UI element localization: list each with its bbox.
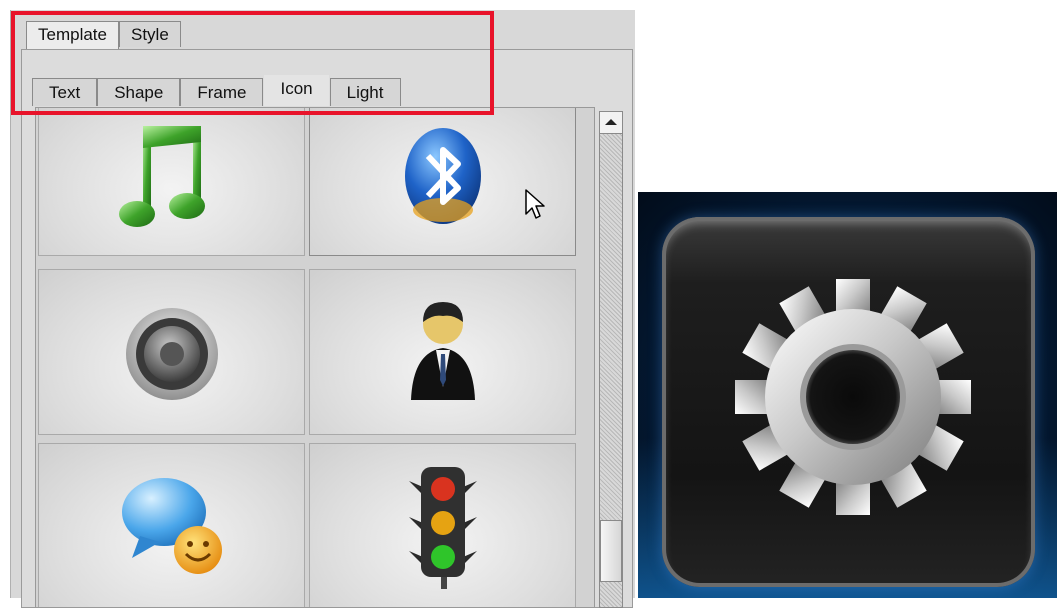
icon-library-panel: Template Style Text Shape Frame Icon Lig…	[10, 10, 635, 608]
chat-icon	[121, 478, 222, 574]
tab-icon[interactable]: Icon	[263, 74, 330, 106]
speaker-icon	[125, 308, 218, 400]
settings-icon-preview	[638, 192, 1057, 598]
gear-icon	[735, 279, 971, 515]
icon-cell-traffic-light[interactable]	[309, 443, 576, 607]
inner-tab-bar: Text Shape Frame Icon Light	[32, 74, 401, 106]
tab-frame[interactable]: Frame	[180, 78, 264, 106]
tab-template[interactable]: Template	[26, 21, 119, 49]
gear-hole	[800, 344, 906, 450]
tab-text[interactable]: Text	[32, 78, 98, 106]
scroll-thumb[interactable]	[600, 520, 622, 582]
vertical-scrollbar[interactable]	[599, 111, 623, 608]
scroll-up-button[interactable]	[600, 112, 622, 134]
icon-cell-chat[interactable]	[38, 443, 305, 607]
mouse-cursor-icon	[525, 189, 545, 219]
icon-cell-speaker[interactable]	[38, 269, 305, 435]
tab-light[interactable]: Light	[329, 78, 401, 106]
tab-shape[interactable]: Shape	[97, 78, 181, 106]
user-icon	[410, 302, 475, 400]
icon-cell-user[interactable]	[309, 269, 576, 435]
icon-cell-bluetooth[interactable]	[309, 108, 576, 256]
icon-cell-music[interactable]	[38, 108, 305, 256]
icon-grid	[35, 107, 595, 608]
bluetooth-icon	[404, 128, 481, 224]
icon-tile	[662, 217, 1035, 587]
music-note-icon	[118, 126, 205, 227]
traffic-light-icon	[408, 467, 477, 589]
tab-style[interactable]: Style	[118, 21, 181, 47]
outer-tab-bar: Template Style	[26, 21, 181, 49]
